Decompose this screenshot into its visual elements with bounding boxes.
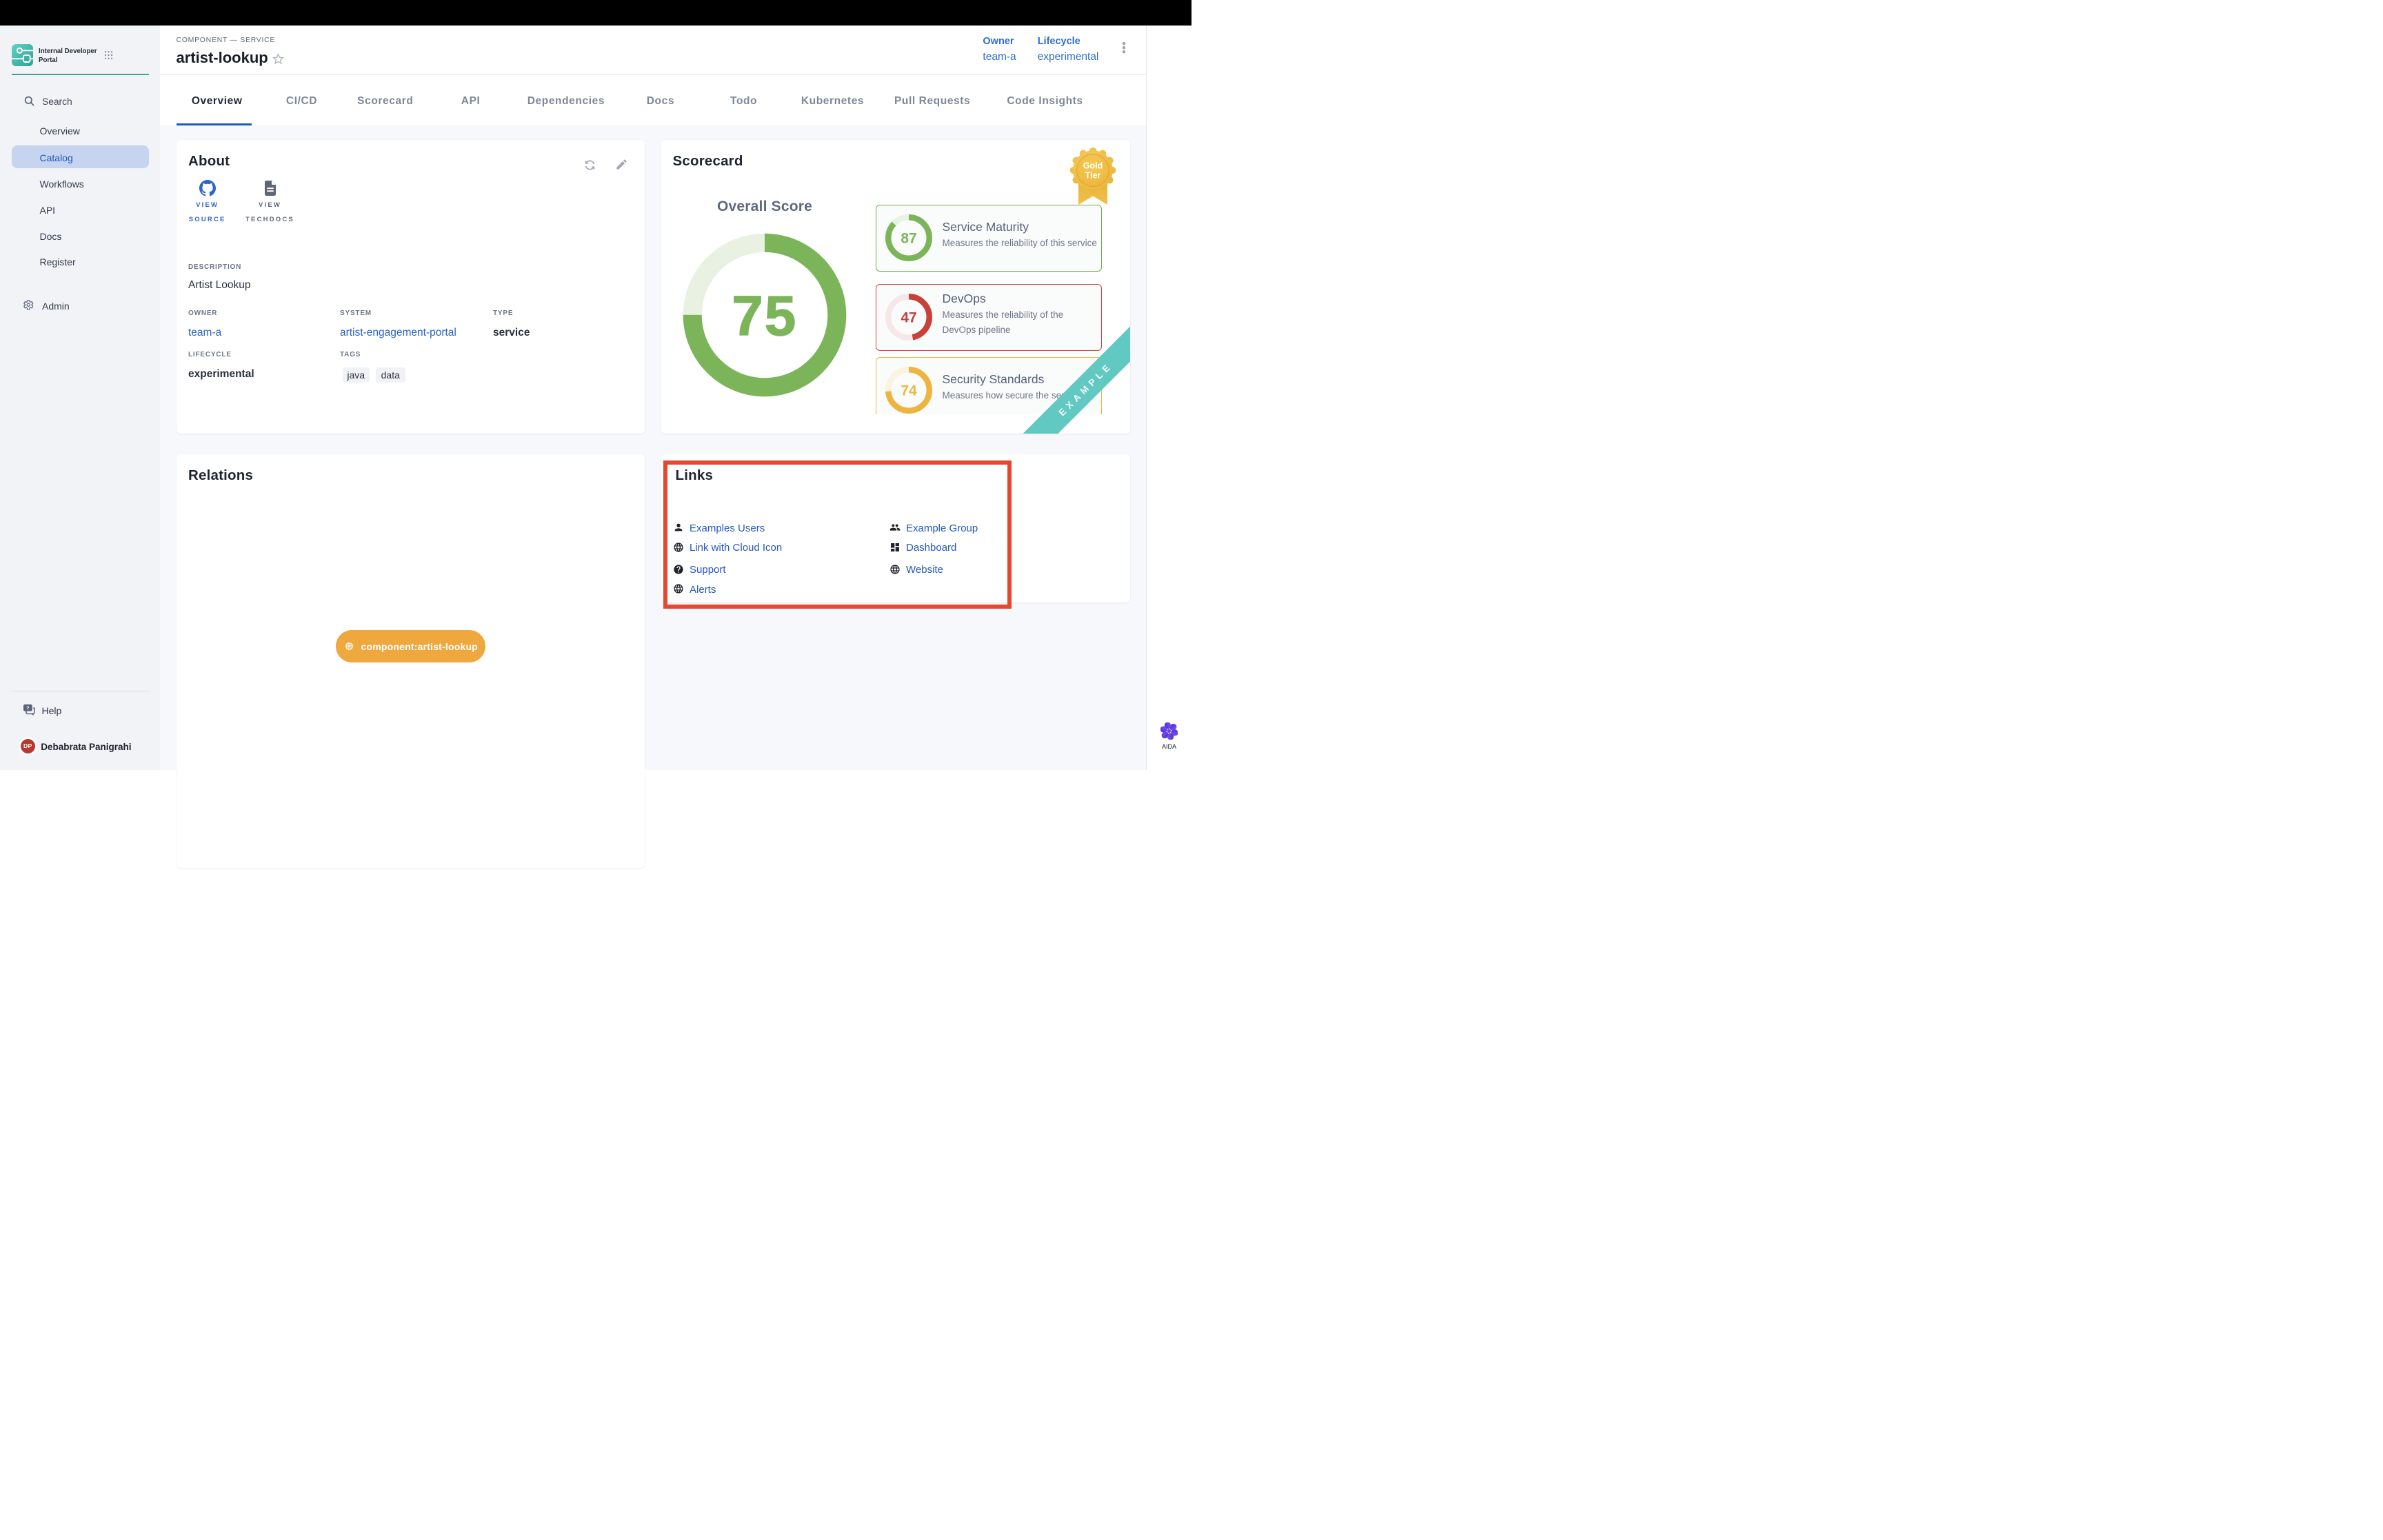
svg-text:74: 74: [901, 383, 917, 399]
svg-text:Gold: Gold: [1083, 161, 1103, 171]
svg-text:Tier: Tier: [1085, 171, 1101, 181]
svg-text:87: 87: [901, 231, 916, 247]
svg-text:?: ?: [26, 705, 30, 711]
svg-text:47: 47: [901, 310, 916, 326]
